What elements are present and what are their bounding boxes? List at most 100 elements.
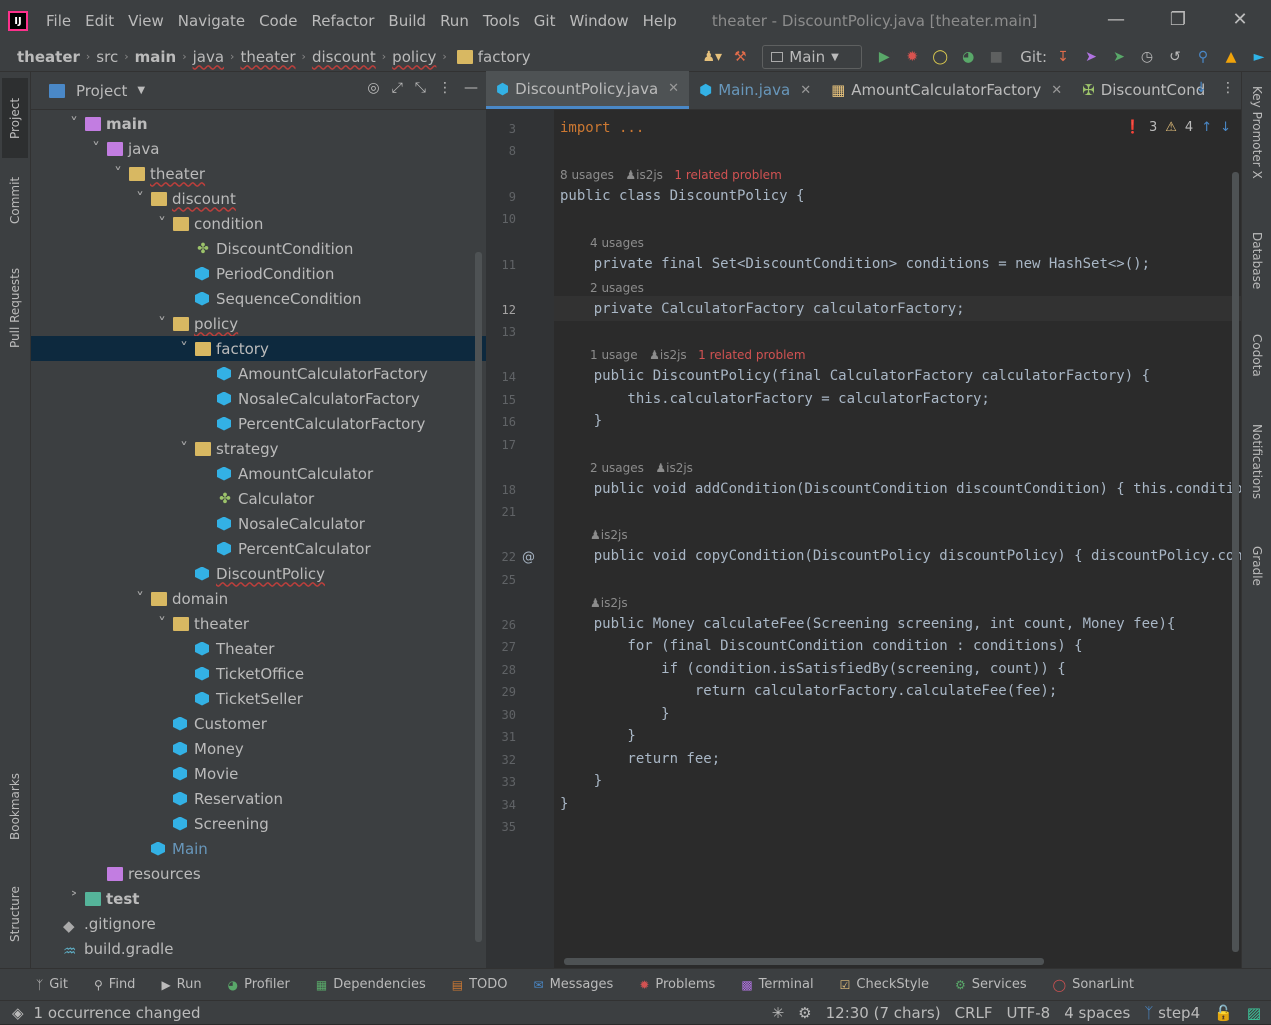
tree-item[interactable]: ✤ DiscountCondition (31, 236, 486, 261)
chevron-down-icon[interactable]: ˅ (177, 339, 191, 358)
menu-help[interactable]: Help (636, 12, 684, 30)
indent-setting[interactable]: 4 spaces (1064, 1004, 1130, 1022)
tree-item[interactable]: ˅ domain (31, 586, 486, 611)
arrow-down-icon[interactable]: ↓ (1195, 80, 1207, 96)
tool-tab-project[interactable]: Project (2, 78, 28, 158)
arrow-up-icon[interactable]: ↑ (1201, 120, 1212, 135)
tool-dependencies[interactable]: ▦ Dependencies (316, 977, 426, 992)
git-rollback-icon[interactable]: ↺ (1163, 45, 1187, 69)
chevron-down-icon[interactable]: ˅ (177, 439, 191, 458)
menu-tools[interactable]: Tools (476, 12, 527, 30)
run-icon[interactable]: ▶ (872, 45, 896, 69)
tool-tab-codota[interactable]: Codota (1244, 334, 1270, 404)
tree-item[interactable]: AmountCalculatorFactory (31, 361, 486, 386)
users-icon[interactable]: ♟▾ (700, 45, 724, 69)
tree-item[interactable]: NosaleCalculatorFactory (31, 386, 486, 411)
collapse-all-icon[interactable]: ⤡ (415, 80, 426, 96)
tool-problems[interactable]: ✹ Problems (639, 977, 715, 992)
tree-item[interactable]: Movie (31, 761, 486, 786)
caret-position[interactable]: 12:30 (7 chars) (826, 1004, 941, 1022)
tree-item[interactable]: Money (31, 736, 486, 761)
chevron-down-icon[interactable]: ˅ (111, 164, 125, 183)
git-history-icon[interactable]: ◷ (1135, 45, 1159, 69)
tree-item[interactable]: ˅ condition (31, 211, 486, 236)
tool-tab-gradle[interactable]: Gradle (1244, 546, 1270, 608)
tree-item[interactable]: ˅ policy (31, 311, 486, 336)
expand-all-icon[interactable]: ⤢ (392, 80, 403, 96)
tree-item[interactable]: Reservation (31, 786, 486, 811)
layers-icon[interactable]: ◈ (12, 1004, 24, 1022)
tool-todo[interactable]: ▤ TODO (452, 977, 508, 992)
search-icon[interactable]: ⚲ (1191, 45, 1215, 69)
project-scrollbar[interactable] (475, 252, 482, 942)
tree-item[interactable]: DiscountPolicy (31, 561, 486, 586)
tree-item[interactable]: ◆ .gitignore (31, 911, 486, 936)
tool-messages[interactable]: ✉ Messages (534, 977, 614, 992)
editor-vertical-scrollbar[interactable] (1232, 172, 1239, 952)
tool-services[interactable]: ⚙ Services (955, 977, 1027, 992)
menu-view[interactable]: View (121, 12, 171, 30)
tool-tab-key-promoter[interactable]: Key Promoter X (1244, 86, 1270, 206)
options-menu-icon[interactable]: ⋮ (438, 80, 452, 96)
chevron-down-icon[interactable]: ˅ (155, 614, 169, 633)
tool-tab-structure[interactable]: Structure (2, 872, 28, 956)
git-push-icon[interactable]: ➤ (1107, 45, 1131, 69)
tab-discountpolicy-java[interactable]: ⬢ DiscountPolicy.java ✕ (486, 71, 690, 109)
build-hammer-icon[interactable]: ⚒ (728, 45, 752, 69)
code-view[interactable]: import ... 8 usages ♟is2js 1 related pro… (560, 110, 1241, 968)
tree-item[interactable]: Theater (31, 636, 486, 661)
file-encoding[interactable]: UTF-8 (1006, 1004, 1050, 1022)
tree-item[interactable]: PercentCalculatorFactory (31, 411, 486, 436)
debug-icon[interactable]: ✹ (900, 45, 924, 69)
menu-window[interactable]: Window (562, 12, 635, 30)
breadcrumb-policy[interactable]: policy (392, 48, 436, 66)
stop-icon[interactable]: ■ (984, 45, 1008, 69)
tree-item[interactable]: AmountCalculator (31, 461, 486, 486)
menu-git[interactable]: Git (527, 12, 563, 30)
close-icon[interactable]: ✕ (1051, 83, 1062, 98)
tool-git[interactable]: ᛉ Git (36, 977, 68, 992)
breadcrumb-discount[interactable]: discount (312, 48, 376, 66)
tree-item[interactable]: ˅ discount (31, 186, 486, 211)
menu-refactor[interactable]: Refactor (304, 12, 381, 30)
hide-panel-icon[interactable]: — (464, 80, 478, 96)
git-update-icon[interactable]: ↧ (1051, 45, 1075, 69)
tree-item[interactable]: PercentCalculator (31, 536, 486, 561)
tree-item[interactable]: NosaleCalculator (31, 511, 486, 536)
menu-navigate[interactable]: Navigate (171, 12, 252, 30)
tree-item[interactable]: ˅ strategy (31, 436, 486, 461)
override-at-icon[interactable]: @ (522, 550, 535, 565)
tree-item[interactable]: ˅ factory (31, 336, 486, 361)
profile-icon[interactable]: ◕ (956, 45, 980, 69)
tab-discountcondition[interactable]: ✠ DiscountCond (1072, 71, 1215, 109)
minimize-button[interactable]: — (1085, 0, 1147, 40)
tool-checkstyle[interactable]: ☑ CheckStyle (840, 977, 929, 992)
plugin-icon[interactable]: ► (1247, 45, 1271, 69)
tree-item[interactable]: Customer (31, 711, 486, 736)
breadcrumb-theater-pkg[interactable]: theater (240, 48, 295, 66)
tab-main-java[interactable]: ⬢ Main.java ✕ (689, 71, 821, 109)
git-branch[interactable]: ᛉ step4 (1144, 1004, 1200, 1022)
editor-horizontal-scrollbar[interactable] (564, 958, 1044, 965)
chevron-down-icon[interactable]: ˅ (155, 214, 169, 233)
tree-item[interactable]: ✤ Calculator (31, 486, 486, 511)
tree-item[interactable]: Main (31, 836, 486, 861)
breadcrumb-factory[interactable]: factory (478, 48, 531, 66)
tree-item[interactable]: resources (31, 861, 486, 886)
chevron-down-icon[interactable]: ˅ (89, 139, 103, 158)
tree-item[interactable]: Screening (31, 811, 486, 836)
menu-run[interactable]: Run (433, 12, 476, 30)
tool-profiler[interactable]: ◕ Profiler (228, 977, 290, 992)
run-configuration-select[interactable]: Main ▼ (762, 45, 863, 69)
inspection-widget[interactable]: ❗ 3 ⚠ 4 ↑ ↓ (1125, 120, 1231, 135)
close-icon[interactable]: ✕ (668, 81, 679, 96)
tree-item[interactable]: ˅ main (31, 111, 486, 136)
tool-tab-pull-requests[interactable]: Pull Requests (2, 258, 28, 358)
arrow-down-icon[interactable]: ↓ (1220, 120, 1231, 135)
tool-tab-bookmarks[interactable]: Bookmarks (2, 760, 28, 852)
tool-find[interactable]: ⚲ Find (94, 977, 135, 992)
breadcrumb-src[interactable]: src (96, 48, 118, 66)
tab-options-icon[interactable]: ⋮ (1221, 80, 1235, 96)
close-button[interactable]: ✕ (1209, 0, 1271, 40)
maximize-button[interactable]: ❐ (1147, 0, 1209, 40)
